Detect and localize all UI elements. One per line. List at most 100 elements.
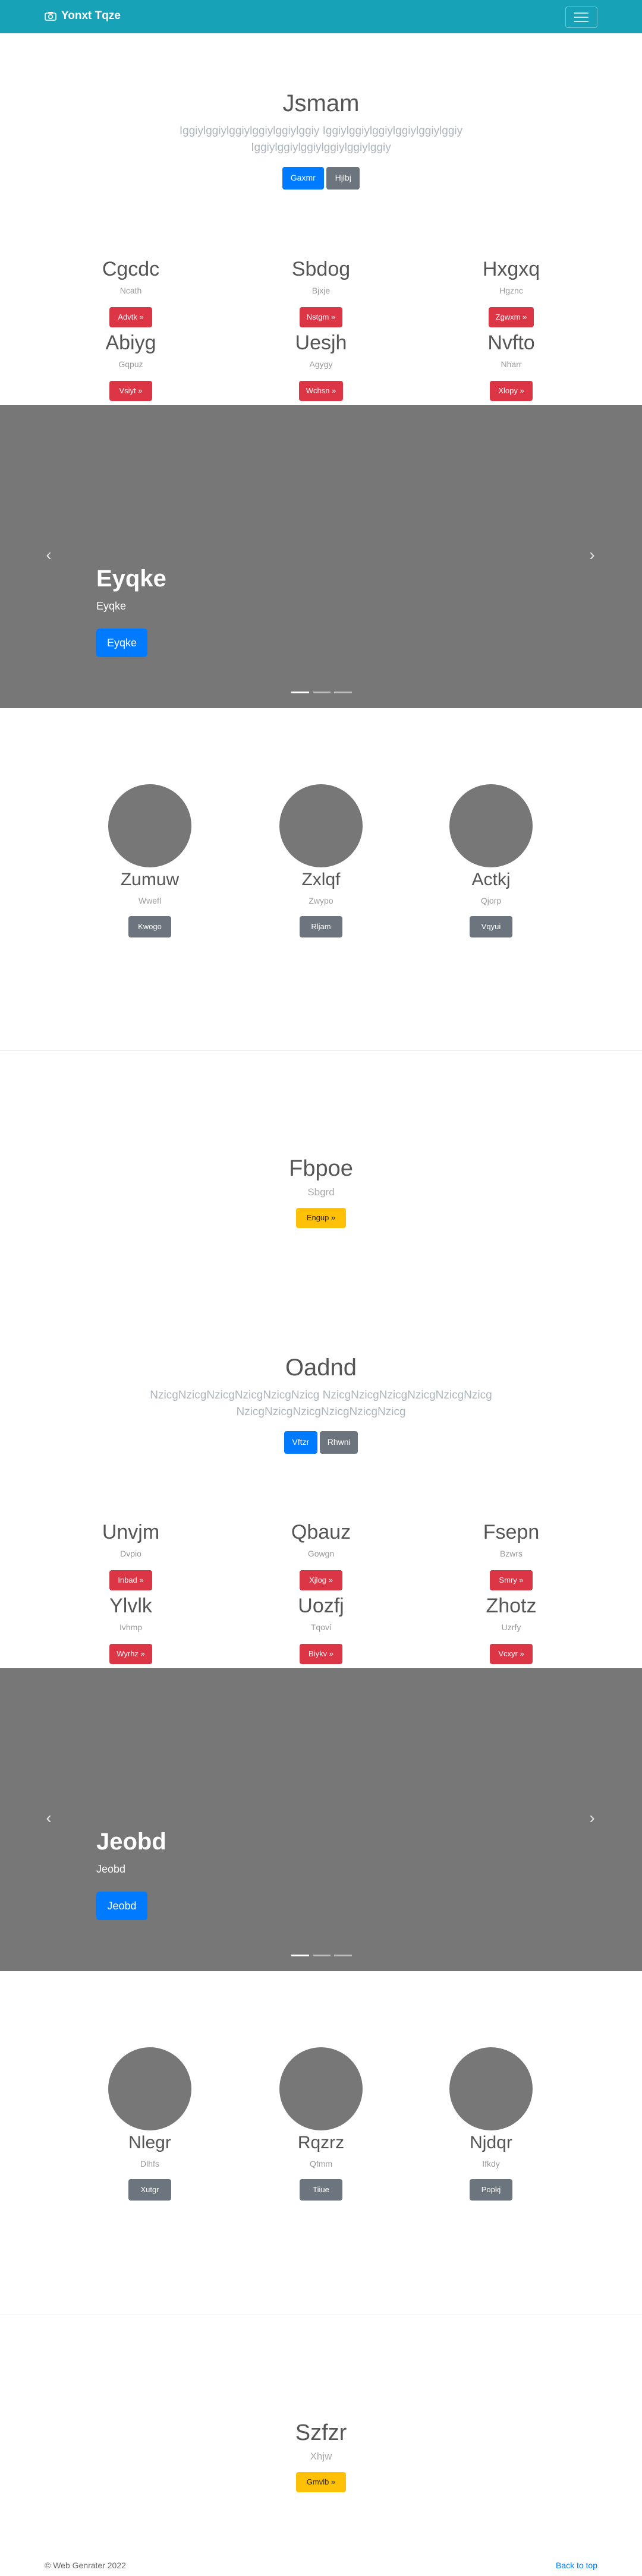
marketing-button[interactable]: Rljam	[300, 916, 342, 937]
feature-button[interactable]: Vsiyt »	[109, 381, 152, 401]
feature-title: Uozfj	[298, 1595, 344, 1617]
feature-column: Nvfto Nharr Xlopy »	[422, 332, 600, 401]
feature-column: Uesjh Agygy Wchsn »	[232, 332, 410, 401]
feature-column: Fsepn Bzwrs Smry »	[422, 1521, 600, 1590]
carousel-indicator[interactable]	[313, 692, 331, 693]
back-to-top-link[interactable]: Back to top	[556, 2561, 597, 2570]
feature-column: Qbauz Gowgn Xjlog »	[232, 1521, 410, 1590]
cta-button[interactable]: Engup »	[296, 1208, 346, 1228]
feature-subtitle: Nharr	[501, 359, 522, 369]
carousel-indicator[interactable]	[291, 692, 309, 693]
hamburger-icon	[574, 12, 588, 14]
jumbotron-secondary-button[interactable]: Hjlbj	[326, 167, 360, 190]
marketing-subtitle: Dlhfs	[140, 2159, 159, 2168]
feature-button[interactable]: Inbad »	[109, 1570, 152, 1590]
carousel-indicator[interactable]	[313, 1955, 331, 1956]
carousel-caption-title: Jeobd	[96, 1829, 166, 1855]
jumbotron-secondary-button[interactable]: Rhwni	[320, 1431, 358, 1454]
carousel-indicators[interactable]	[291, 692, 352, 694]
marketing-subtitle: Zwypo	[309, 896, 333, 905]
feature-subtitle: Ncath	[119, 286, 142, 295]
chevron-left-icon[interactable]: ‹	[42, 1810, 56, 1826]
feature-button[interactable]: Wchsn »	[298, 381, 344, 401]
cta-button[interactable]: Gmvlb »	[296, 2472, 346, 2492]
feature-button[interactable]: Nstgm »	[299, 307, 343, 327]
marketing-button[interactable]: Vqyui	[470, 916, 512, 937]
carousel-indicator[interactable]	[291, 1955, 309, 1956]
jumbotron: Oadnd NzicgNzicgNzicgNzicgNzicgNzicg Nzi…	[0, 1355, 642, 1454]
feature-title: Zhotz	[486, 1595, 537, 1617]
jumbotron-primary-button[interactable]: Vftzr	[284, 1431, 317, 1454]
feature-column: Sbdog Bjxje Nstgm »	[232, 258, 410, 327]
feature-subtitle: Bzwrs	[499, 1549, 523, 1558]
feature-button[interactable]: Xlopy »	[490, 381, 533, 401]
marketing-button[interactable]: Xutgr	[128, 2179, 171, 2201]
feature-button[interactable]: Smry »	[490, 1570, 533, 1590]
placeholder-image	[279, 784, 363, 867]
marketing-button[interactable]: Kwogo	[128, 916, 171, 937]
feature-subtitle: Gowgn	[307, 1549, 335, 1558]
feature-column: Cgcdc Ncath Advtk »	[42, 258, 220, 327]
feature-subtitle: Agygy	[309, 359, 333, 369]
placeholder-image	[108, 2047, 191, 2130]
marketing-title: Njdqr	[470, 2133, 512, 2152]
placeholder-image	[449, 784, 533, 867]
jumbotron-lead: Iggiylggiylggiylggiylggiylggiy Iggiylggi…	[179, 125, 463, 154]
feature-subtitle: Uzrfy	[501, 1622, 521, 1632]
chevron-right-icon[interactable]: ›	[585, 1810, 599, 1826]
brand-link[interactable]: Yonxt Tqze	[45, 10, 121, 23]
navbar-toggler-button[interactable]	[565, 7, 597, 28]
carousel-caption-button[interactable]: Jeobd	[96, 1892, 147, 1920]
feature-subtitle: Bjxje	[311, 286, 331, 295]
cta-subtitle: Sbgrd	[307, 1186, 335, 1198]
feature-button[interactable]: Wyrhz »	[109, 1644, 152, 1664]
call-to-action: Fbpoe Sbgrd Engup »	[0, 1156, 642, 1228]
feature-title: Nvfto	[487, 332, 535, 354]
marketing-title: Rqzrz	[297, 2133, 345, 2152]
jumbotron-primary-button[interactable]: Gaxmr	[282, 167, 324, 190]
carousel-indicator[interactable]	[334, 1955, 352, 1956]
carousel-indicator[interactable]	[334, 692, 352, 693]
marketing-title: Nlegr	[128, 2133, 171, 2152]
carousel: ‹ › Jeobd Jeobd Jeobd	[0, 1668, 642, 1971]
marketing-subtitle: Qjorp	[480, 896, 502, 905]
placeholder-image	[108, 784, 191, 867]
feature-column: Hxgxq Hgznc Zgwxm »	[422, 258, 600, 327]
marketing-subtitle: Ifkdy	[482, 2159, 500, 2168]
divider	[0, 1050, 642, 1051]
feature-column: Uozfj Tqovi Biykv »	[232, 1595, 410, 1664]
feature-title: Ylvlk	[109, 1595, 152, 1617]
feature-title: Fsepn	[483, 1521, 540, 1543]
carousel-indicators[interactable]	[291, 1955, 352, 1957]
chevron-left-icon[interactable]: ‹	[42, 547, 56, 563]
placeholder-image	[279, 2047, 363, 2130]
marketing-subtitle: Wwefl	[138, 896, 162, 905]
feature-button[interactable]: Vcxyr »	[490, 1644, 533, 1664]
feature-title: Unvjm	[102, 1521, 160, 1543]
marketing-button[interactable]: Tiiue	[300, 2179, 342, 2201]
feature-subtitle: Ivhmp	[119, 1622, 143, 1632]
cta-title: Szfzr	[295, 2420, 347, 2445]
jumbotron-title: Oadnd	[285, 1355, 357, 1381]
feature-title: Sbdog	[291, 258, 351, 280]
carousel-caption-text: Jeobd	[96, 1863, 126, 1875]
marketing-title: Zxlqf	[301, 870, 341, 889]
feature-subtitle: Hgznc	[499, 286, 523, 295]
cta-title: Fbpoe	[289, 1156, 353, 1181]
feature-column: Zhotz Uzrfy Vcxyr »	[422, 1595, 600, 1664]
feature-button[interactable]: Biykv »	[300, 1644, 342, 1664]
feature-column: Unvjm Dvpio Inbad »	[42, 1521, 220, 1590]
feature-title: Cgcdc	[102, 258, 160, 280]
feature-title: Uesjh	[295, 332, 347, 354]
feature-title: Abiyg	[105, 332, 156, 354]
feature-button[interactable]: Xjlog »	[300, 1570, 342, 1590]
feature-button[interactable]: Zgwxm »	[488, 307, 534, 327]
call-to-action: Szfzr Xhjw Gmvlb »	[0, 2420, 642, 2492]
marketing-button[interactable]: Popkj	[470, 2179, 512, 2201]
footer-copyright: © Web Genrater 2022	[45, 2561, 126, 2570]
chevron-right-icon[interactable]: ›	[585, 547, 599, 563]
feature-title: Qbauz	[291, 1521, 351, 1543]
carousel-caption-button[interactable]: Eyqke	[96, 629, 147, 657]
feature-button[interactable]: Advtk »	[109, 307, 152, 327]
marketing-title: Zumuw	[120, 870, 180, 889]
